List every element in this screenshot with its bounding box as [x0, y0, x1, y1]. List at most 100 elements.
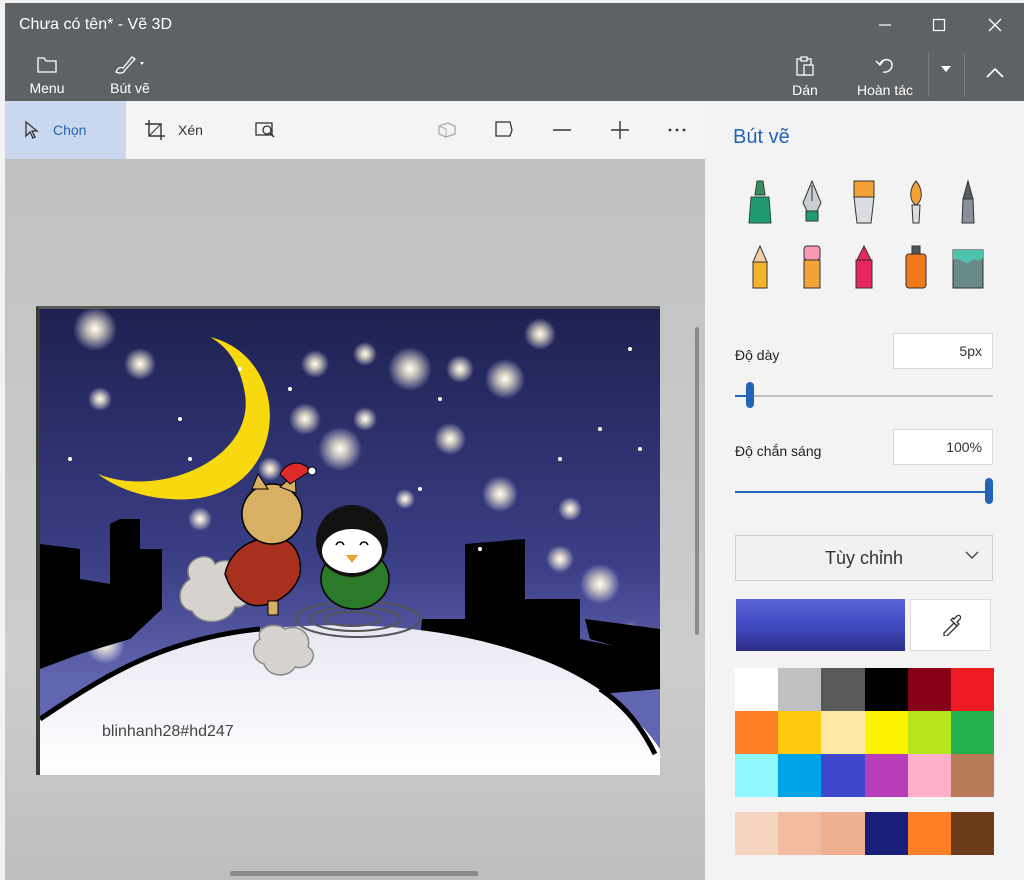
brushes-tab-label: Bút vẽ [110, 80, 150, 96]
brush-icon [112, 47, 148, 75]
collapse-ribbon-button[interactable] [980, 61, 1010, 85]
watercolor-icon [910, 180, 922, 224]
color-swatch[interactable] [821, 668, 865, 711]
color-swatch[interactable] [735, 668, 779, 711]
color-swatch[interactable] [864, 754, 908, 797]
magic-select-tool[interactable] [253, 118, 277, 142]
color-swatch[interactable] [821, 711, 865, 754]
spray-can-icon [905, 245, 927, 289]
chevron-down-icon [965, 551, 979, 559]
color-swatch[interactable] [821, 754, 865, 797]
color-swatch[interactable] [864, 711, 908, 754]
maximize-button[interactable] [924, 13, 954, 37]
opacity-slider-thumb[interactable] [985, 478, 993, 504]
minimize-button[interactable] [870, 13, 900, 37]
undo-icon [874, 49, 896, 77]
thickness-slider-thumb[interactable] [746, 382, 754, 408]
more-options-dropdown[interactable] [931, 57, 961, 81]
pixel-pen-icon [961, 179, 975, 224]
finish-dropdown-value: Tùy chỉnh [824, 547, 904, 568]
eraser-brush[interactable] [792, 241, 832, 293]
calligraphy-pen-brush[interactable] [792, 176, 832, 228]
spray-can-brush[interactable] [896, 241, 936, 293]
color-swatch[interactable] [907, 754, 951, 797]
minimize-icon [879, 24, 891, 26]
color-swatch[interactable] [735, 711, 779, 754]
ellipsis-icon [668, 128, 686, 132]
paste-label: Dán [792, 82, 818, 98]
custom-color-swatch[interactable] [821, 812, 865, 855]
vertical-scrollbar[interactable] [695, 327, 699, 635]
color-swatch[interactable] [950, 754, 994, 797]
cursor-icon [23, 120, 41, 140]
close-icon [988, 18, 1002, 32]
thickness-slider[interactable] [735, 382, 993, 408]
penguin-character [316, 505, 390, 610]
current-color-swatch[interactable] [736, 599, 905, 651]
paste-icon [794, 49, 816, 77]
zoom-in-button[interactable] [608, 118, 632, 142]
caret-down-icon [941, 66, 951, 72]
fill-bucket-icon [952, 249, 984, 289]
custom-color-swatch[interactable] [950, 812, 994, 855]
close-button[interactable] [980, 13, 1010, 37]
crop-tool[interactable]: Xén [144, 101, 203, 159]
folder-icon [36, 47, 58, 75]
canvas-area[interactable]: blinhanh28#hd247 [5, 159, 705, 880]
select-tool[interactable]: Chọn [5, 101, 126, 159]
opacity-slider-fill [735, 491, 993, 493]
pencil-brush[interactable] [740, 241, 780, 293]
opacity-slider[interactable] [735, 478, 993, 504]
watermark-text: blinhanh28#hd247 [102, 723, 234, 740]
color-swatch[interactable] [950, 711, 994, 754]
custom-color-swatch[interactable] [864, 812, 908, 855]
menu-button[interactable]: Menu [27, 47, 67, 96]
opacity-input[interactable]: 100% [893, 429, 993, 465]
select-label: Chọn [53, 122, 87, 138]
finish-dropdown[interactable]: Tùy chỉnh [735, 535, 993, 581]
oil-brush[interactable] [844, 176, 884, 228]
oil-brush-icon [853, 180, 875, 224]
color-swatch[interactable] [778, 711, 822, 754]
minus-icon [553, 129, 571, 131]
panel-title: Bút vẽ [733, 126, 790, 148]
crayon-brush[interactable] [844, 241, 884, 293]
brushes-tab-button[interactable]: Bút vẽ [105, 47, 155, 96]
calligraphy-pen-icon [802, 179, 822, 222]
eyedropper-button[interactable] [910, 599, 991, 651]
marker-icon [748, 180, 772, 224]
thickness-label: Độ dày [735, 347, 780, 363]
brushes-panel: Bút vẽ Độ dày 5px Độ chắn sáng 100% Tùy … [705, 101, 1024, 880]
opacity-label: Độ chắn sáng [735, 443, 822, 459]
color-swatch[interactable] [907, 711, 951, 754]
watercolor-brush[interactable] [896, 176, 936, 228]
paste-button[interactable]: Dán [785, 49, 825, 98]
custom-color-swatch[interactable] [735, 812, 779, 855]
thickness-input[interactable]: 5px [893, 333, 993, 369]
magic-select-icon [255, 122, 275, 138]
custom-color-swatch[interactable] [778, 812, 822, 855]
undo-button[interactable]: Hoàn tác [853, 49, 917, 98]
color-swatch[interactable] [778, 754, 822, 797]
pixel-pen-brush[interactable] [948, 176, 988, 228]
color-swatch[interactable] [950, 668, 994, 711]
color-swatch[interactable] [864, 668, 908, 711]
artwork [40, 309, 660, 775]
fill-bucket-tool[interactable] [948, 241, 988, 293]
sticker-button[interactable] [492, 118, 516, 142]
horizontal-scrollbar[interactable] [230, 871, 478, 876]
zoom-out-button[interactable] [550, 118, 574, 142]
more-button[interactable] [665, 118, 689, 142]
crop-label: Xén [178, 122, 203, 138]
custom-color-swatch[interactable] [907, 812, 951, 855]
view-3d-button[interactable] [435, 118, 459, 142]
ribbon-separator [928, 53, 929, 97]
color-swatch[interactable] [907, 668, 951, 711]
artboard[interactable]: blinhanh28#hd247 [36, 306, 660, 775]
crop-icon [144, 119, 166, 141]
color-swatch[interactable] [735, 754, 779, 797]
menu-label: Menu [29, 80, 65, 96]
ribbon-separator [964, 53, 965, 97]
marker-brush[interactable] [740, 176, 780, 228]
color-swatch[interactable] [778, 668, 822, 711]
